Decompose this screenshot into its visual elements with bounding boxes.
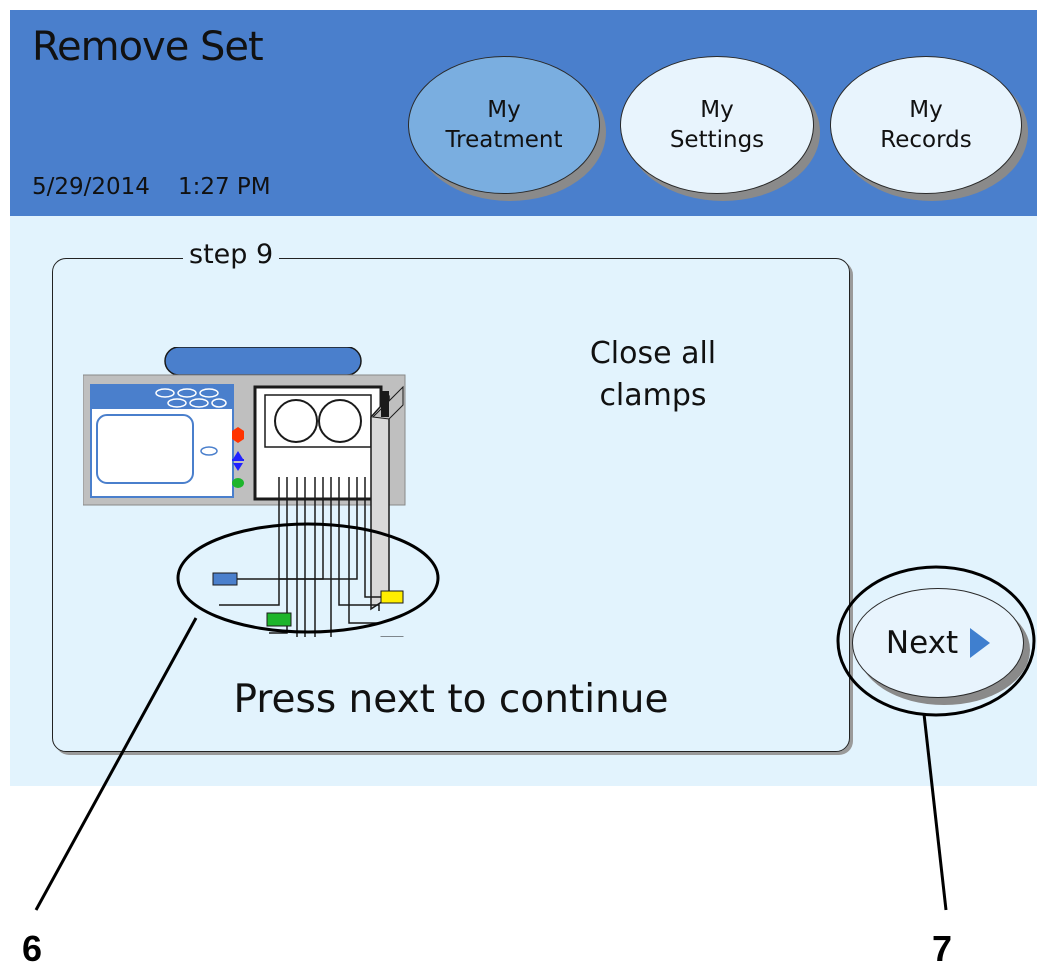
tab-my-treatment-label: My Treatment: [445, 97, 563, 153]
date-label: 5/29/2014: [32, 174, 150, 200]
next-button-label: Next: [885, 625, 959, 661]
instruction-text: Close all clamps: [589, 336, 717, 413]
date-time: 5/29/2014 1:27 PM: [32, 174, 271, 200]
tab-my-records-label: My Records: [880, 97, 972, 153]
tab-my-treatment[interactable]: My Treatment: [408, 56, 600, 194]
right-triangle-icon: [970, 628, 991, 658]
step-panel: step 9 Close all clamps Press next to co…: [52, 239, 850, 752]
page-title: Remove Set: [32, 24, 264, 70]
continue-prompt: Press next to continue: [233, 677, 669, 722]
callout-number-7: 7: [932, 928, 953, 969]
tab-my-settings-label: My Settings: [669, 97, 765, 153]
step-number: step 9: [183, 239, 280, 270]
tab-my-settings[interactable]: My Settings: [620, 56, 814, 194]
tab-my-records[interactable]: My Records: [830, 56, 1022, 194]
callout-number-6: 6: [22, 928, 43, 969]
cycler-clamps-illustration: [83, 347, 406, 637]
time-label: 1:27 PM: [177, 174, 271, 200]
device-screen: Remove Set 5/29/2014 1:27 PM My Treatment…: [10, 10, 1037, 786]
header-bar: Remove Set 5/29/2014 1:27 PM My Treatment…: [10, 10, 1037, 216]
next-button[interactable]: Next: [852, 588, 1024, 698]
